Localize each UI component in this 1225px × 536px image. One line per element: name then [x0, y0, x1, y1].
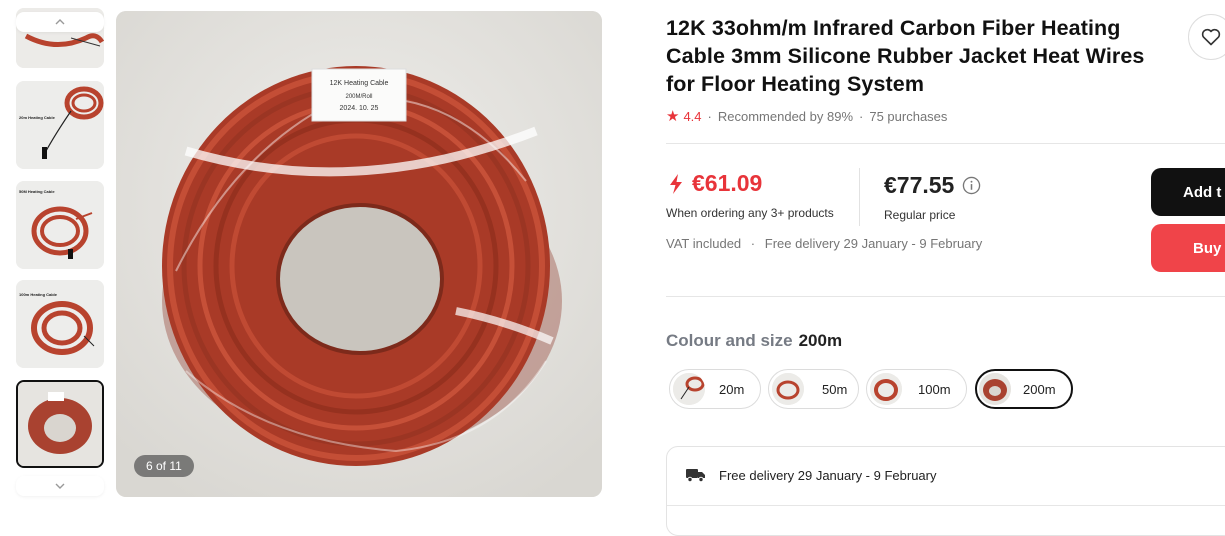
rating-value[interactable]: 4.4 [683, 109, 701, 124]
variant-option-label: 100m [918, 381, 951, 397]
variant-option-20m[interactable]: 20m [669, 369, 761, 409]
image-counter: 6 of 11 [134, 455, 194, 477]
chevron-up-icon [55, 19, 65, 25]
promo-note: When ordering any 3+ products [666, 206, 834, 220]
truck-icon [686, 469, 705, 483]
thumbnail-4[interactable]: 100m Heating Cable [16, 280, 104, 368]
delivery-box-text: Free delivery 29 January - 9 February [719, 467, 937, 483]
vat-delivery-line: VAT included · Free delivery 29 January … [666, 236, 982, 251]
regular-price: €77.55 [884, 172, 981, 199]
divider [666, 143, 1225, 144]
delivery-text: Free delivery 29 January - 9 February [764, 236, 983, 251]
variant-option-50m[interactable]: 50m [768, 369, 859, 409]
add-to-cart-button[interactable]: Add t [1151, 168, 1225, 216]
product-title: 12K 33ohm/m Infrared Carbon Fiber Heatin… [666, 16, 1145, 96]
variant-swatch [673, 373, 705, 405]
separator-dot: · [750, 236, 756, 251]
thumbnail-image [16, 81, 104, 169]
variant-option-100m[interactable]: 100m [866, 369, 967, 409]
thumbs-down-button[interactable] [16, 476, 104, 496]
thumbnail-image [18, 382, 102, 466]
variant-selected-value: 200m [798, 331, 843, 350]
star-icon: ★ [666, 108, 680, 125]
thumbnail-5-selected[interactable] [16, 380, 104, 468]
thumbnail-image [16, 181, 104, 269]
thumbnail-caption: 20m Heating Cable [19, 115, 55, 120]
thumbnail-2[interactable]: 20m Heating Cable [16, 81, 104, 169]
thumbnail-3[interactable]: 50M Heating Cable [16, 181, 104, 269]
thumbnail-caption: 100m Heating Cable [19, 292, 58, 297]
price-divider [859, 168, 860, 226]
promo-price-value: €61.09 [692, 170, 763, 196]
variant-option-label: 200m [1023, 381, 1056, 397]
label-line-2: 200M/Roll [345, 94, 372, 100]
rating-row: ★ 4.4 · Recommended by 89% · 75 purchase… [666, 107, 947, 125]
label-line-1: 12K Heating Cable [330, 80, 389, 87]
purchases-text: 75 purchases [869, 108, 948, 124]
thumbnail-caption: 50M Heating Cable [19, 189, 55, 194]
delivery-info-box: Free delivery 29 January - 9 February [666, 446, 1225, 536]
variant-swatch [870, 373, 902, 405]
regular-price-note: Regular price [884, 208, 956, 222]
separator-dot: · [707, 108, 712, 124]
thumbs-up-button[interactable] [16, 12, 104, 32]
variant-option-label: 50m [822, 381, 848, 397]
separator-dot: · [859, 108, 864, 124]
main-product-image[interactable]: 12K Heating Cable 200M/Roll 2024. 10. 25… [116, 11, 602, 497]
regular-price-value: €77.55 [884, 172, 955, 198]
wishlist-button[interactable] [1188, 14, 1225, 60]
divider [667, 505, 1225, 506]
recommended-text: Recommended by 89% [717, 108, 854, 124]
buy-button[interactable]: Buy [1151, 224, 1225, 272]
variant-swatch [772, 373, 804, 405]
variant-option-label: 20m [719, 381, 745, 397]
label-line-3: 2024. 10. 25 [340, 105, 379, 112]
lightning-icon [670, 173, 682, 194]
promo-price: €61.09 [668, 170, 762, 197]
vat-text: VAT included [666, 236, 742, 251]
variant-option-200m-selected[interactable]: 200m [975, 369, 1073, 409]
variant-label-text: Colour and size [666, 331, 793, 350]
chevron-down-icon [55, 483, 65, 489]
variant-swatch [979, 373, 1011, 405]
product-photo: 12K Heating Cable 200M/Roll 2024. 10. 25 [116, 11, 602, 497]
info-icon[interactable] [962, 176, 981, 195]
heart-icon [1201, 28, 1221, 46]
variant-label: Colour and size 200m [666, 331, 842, 351]
delivery-row[interactable]: Free delivery 29 January - 9 February [685, 467, 936, 483]
divider [666, 296, 1225, 297]
